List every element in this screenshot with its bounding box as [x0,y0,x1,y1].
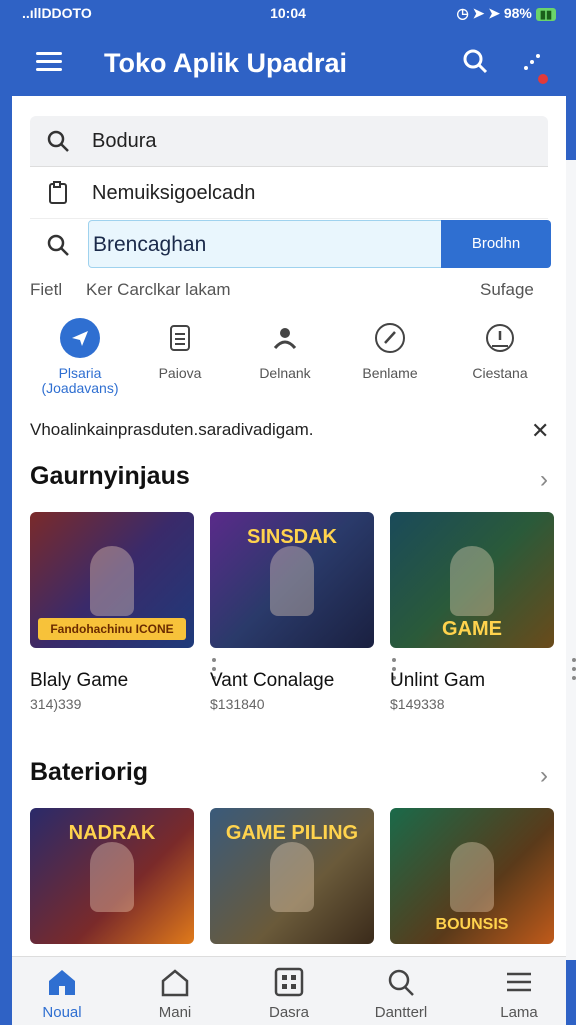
game-thumbnail: GAME [390,512,554,648]
home-outline-icon [161,969,189,997]
hero-figure [270,546,314,616]
document-icon [160,318,200,358]
notice-text: Vhoalinkainprasduten.saradivadigam. [30,420,314,439]
hero-figure [270,842,314,912]
game-card[interactable]: GAME Unlint Gam $149338 [390,512,576,712]
search-icon [47,130,69,152]
search-input-text: Brencaghan [93,233,207,256]
game-badge: Fandohachinu ICONE [38,618,186,640]
hero-figure [90,546,134,616]
game-card[interactable]: Fandohachinu ICONE Blaly Game 314)339 [30,512,216,712]
clipboard-icon [49,181,67,204]
user-icon [265,318,305,358]
category-item[interactable]: Paiova [130,318,230,381]
battery-icon: ▮▮ [535,8,556,21]
game-card[interactable]: SINSDAK Vant Conalage $131840 [210,512,396,712]
alert-icon [480,318,520,358]
filter-label[interactable]: Fietl [30,280,62,300]
search-input[interactable]: Brencaghan [88,220,444,268]
filter-sort[interactable]: Sufage [480,280,534,300]
game-size: $131840 [210,696,265,712]
search-bar: Brencaghan Brodhn [30,220,551,270]
status-icons: ◷ ➤ ➤ 98% ▮▮ [457,5,556,22]
app-bar: Toko Aplik Upadrai [0,28,576,98]
send-icon [60,318,100,358]
search-suggestion-2[interactable]: Nemuiksigoelcadn [30,168,548,219]
nav-label: Dasra [268,1004,309,1021]
edge-stripe [566,96,576,160]
suggestion-text: Bodura [92,130,157,152]
game-card[interactable]: NADRAK [30,808,194,944]
bottom-navigation: Noual Mani Dasra Dantterl Lama [12,956,566,1025]
compass-icon [370,318,410,358]
hero-figure [90,842,134,912]
nav-label: Mani [158,1004,192,1021]
menu-icon[interactable] [36,52,62,72]
category-label: Delnank [259,365,311,381]
menu-icon [507,972,531,992]
status-bar: ..ıllDDOTO 10:04 ◷ ➤ ➤ 98% ▮▮ [0,0,576,28]
close-icon[interactable]: ✕ [531,418,549,444]
section-title: Bateriorig [30,758,149,786]
category-label: Ciestana [472,365,528,381]
nav-label: Lama [500,1004,538,1021]
category-item[interactable]: Delnank [235,318,335,381]
filter-option[interactable]: Ker Carclkar lakam [86,280,231,300]
nav-item[interactable]: Mani [130,967,220,1021]
hero-figure [450,842,494,912]
game-name: Blaly Game [30,670,129,691]
nav-home[interactable]: Noual [17,967,107,1021]
category-item[interactable]: Ciestana [450,318,550,381]
game-name: Unlint Gam [390,670,486,691]
section-title: Gaurnyinjaus [30,462,190,490]
share-icon[interactable] [520,50,546,76]
chevron-right-icon[interactable]: › [540,466,548,494]
game-badge: BOUNSIS [435,916,509,933]
category-item[interactable]: Benlame [340,318,440,381]
search-icon[interactable] [462,48,488,74]
suggestion-text: Nemuiksigoelcadn [92,182,256,204]
search-button[interactable]: Brodhn [441,220,551,268]
app-title: Toko Aplik Upadrai [104,48,348,78]
search-icon [47,234,69,256]
hero-figure [450,546,494,616]
home-icon [49,970,75,995]
category-label: Paiova [158,365,202,381]
nav-item[interactable]: Dasra [244,967,334,1021]
category-label: Plsaria (Joadavans) [41,365,119,396]
chevron-right-icon[interactable]: › [540,762,548,790]
game-thumbnail: GAME PILING [210,808,374,944]
nav-label: Noual [42,1004,82,1021]
main-sheet: Bodura Nemuiksigoelcadn Brencaghan Brodh… [12,96,576,966]
category-bar: Plsaria (Joadavans) Paiova Delnank Benla… [30,318,550,398]
nav-item[interactable]: Lama [474,967,564,1021]
game-card[interactable]: BOUNSIS [390,808,554,944]
category-featured[interactable]: Plsaria (Joadavans) [30,318,130,396]
notification-dot [538,74,548,84]
game-size: $149338 [390,696,445,712]
edge-background [566,160,576,960]
search-icon [388,969,414,996]
grid-icon [274,967,304,997]
nav-item[interactable]: Dantterl [356,967,446,1021]
nav-label: Dantterl [374,1004,428,1021]
search-suggestion-1[interactable]: Bodura [30,116,548,167]
game-badge: GAME [442,618,502,640]
game-card[interactable]: GAME PILING [210,808,374,944]
more-icon[interactable] [572,658,576,685]
game-size: 314)339 [30,696,82,712]
game-thumbnail: Fandohachinu ICONE [30,512,194,648]
category-label: Benlame [362,365,418,381]
game-thumbnail: SINSDAK [210,512,374,648]
game-name: Vant Conalage [210,670,335,691]
game-thumbnail: NADRAK [30,808,194,944]
game-thumbnail: BOUNSIS [390,808,554,944]
